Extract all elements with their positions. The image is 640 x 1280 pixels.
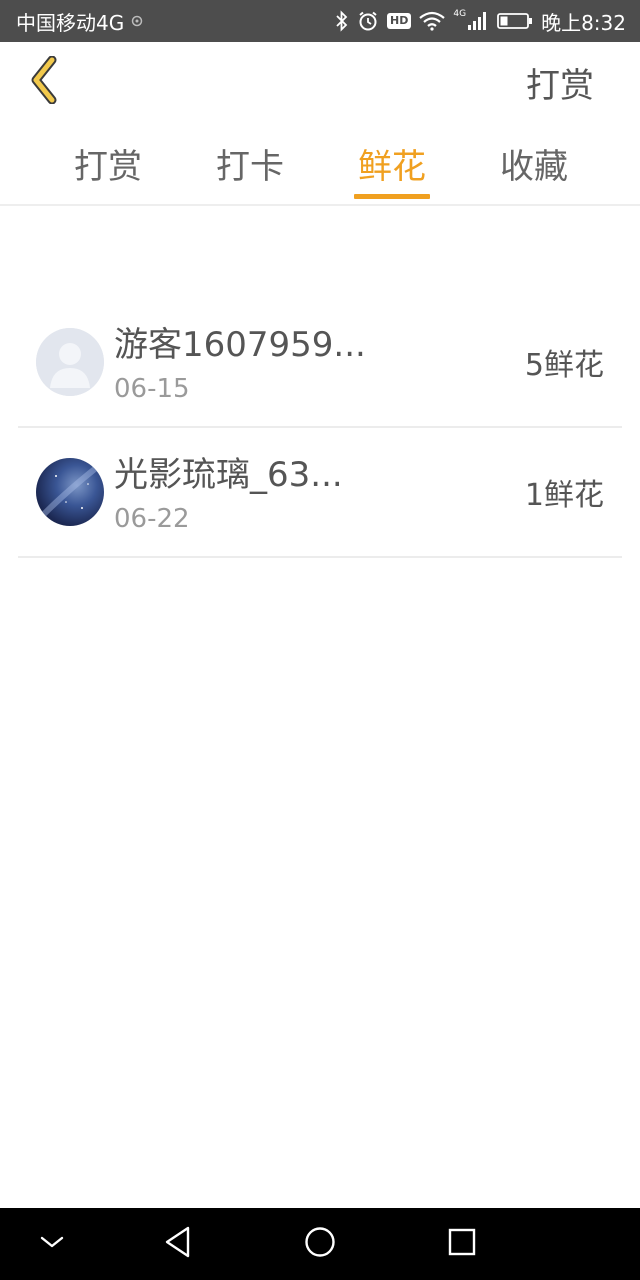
status-left: 中国移动4G	[16, 0, 144, 42]
status-right: HD 4G 晚上8:32	[335, 0, 626, 42]
active-tab-indicator	[354, 194, 430, 199]
nav-home-button[interactable]	[284, 1208, 356, 1280]
clock-label: 晚上8:32	[541, 10, 626, 35]
back-button[interactable]	[14, 52, 74, 112]
flower-count: 1鲜花	[524, 478, 604, 513]
nav-recents-button[interactable]	[426, 1208, 498, 1280]
back-chevron-icon	[28, 55, 60, 108]
user-name: 游客1607959...	[114, 325, 366, 365]
carrier-label: 中国移动4G	[16, 10, 125, 35]
signal-icon: 4G	[453, 0, 489, 42]
tab-favorites[interactable]: 收藏	[496, 122, 572, 204]
battery-icon	[497, 0, 533, 42]
flower-list: 游客1607959... 06-15 5鲜花 光影琉璃_63... 06-22 …	[18, 298, 622, 558]
recents-square-icon	[447, 1227, 477, 1261]
hd-icon: HD	[387, 0, 412, 42]
item-date: 06-22	[114, 504, 190, 534]
item-date: 06-15	[114, 374, 190, 404]
home-circle-icon	[303, 1225, 337, 1263]
status-bar: 中国移动4G HD 4G 晚上8:32	[0, 0, 640, 42]
reward-header-button[interactable]: 打赏	[526, 42, 594, 122]
flower-count: 5鲜花	[524, 348, 604, 383]
system-nav-bar	[0, 1208, 640, 1280]
list-item[interactable]: 光影琉璃_63... 06-22 1鲜花	[18, 428, 622, 558]
back-triangle-icon	[163, 1225, 193, 1263]
notification-icon	[130, 0, 144, 42]
wifi-icon	[419, 0, 446, 42]
tab-bar: 打赏 打卡 鲜花 收藏	[0, 122, 640, 206]
user-name: 光影琉璃_63...	[114, 455, 343, 495]
nav-back-button[interactable]	[142, 1208, 214, 1280]
alarm-icon	[357, 0, 379, 42]
tab-reward[interactable]: 打赏	[70, 122, 146, 204]
collapse-button[interactable]	[16, 1208, 88, 1280]
list-item[interactable]: 游客1607959... 06-15 5鲜花	[18, 298, 622, 428]
tab-flowers[interactable]: 鲜花	[354, 122, 430, 204]
tab-checkin[interactable]: 打卡	[212, 122, 288, 204]
night-sky-avatar	[36, 458, 104, 526]
default-avatar	[36, 328, 104, 396]
bluetooth-icon	[335, 0, 349, 42]
collapse-chevron-icon	[38, 1233, 66, 1255]
header: 打赏	[0, 42, 640, 122]
